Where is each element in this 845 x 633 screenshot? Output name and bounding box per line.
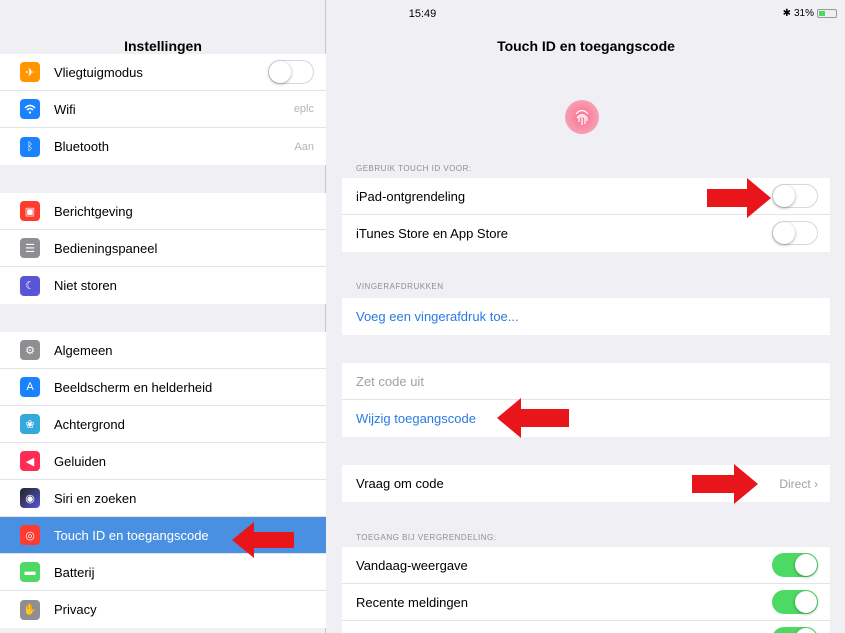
sidebar-item-sounds[interactable]: ◀ Geluiden	[0, 443, 326, 480]
ipad-unlock-toggle[interactable]	[772, 184, 818, 208]
require-code-value: Direct ›	[779, 476, 818, 491]
add-fingerprint-button[interactable]: Voeg een vingerafdruk toe...	[342, 298, 830, 335]
itunes-label: iTunes Store en App Store	[356, 226, 509, 241]
recent-notifications-row: Recente meldingen	[342, 584, 830, 621]
airplane-icon: ✈	[20, 62, 40, 82]
sidebar-item-do-not-disturb[interactable]: ☾ Niet storen	[0, 267, 326, 304]
ipad-unlock-label: iPad-ontgrendeling	[356, 188, 466, 204]
bluetooth-icon: ᛒ	[20, 136, 40, 157]
sidebar-title: Instellingen	[124, 38, 202, 54]
sidebar-item-wifi[interactable]: Wifi eplc	[0, 91, 326, 128]
sidebar-item-general[interactable]: ⚙ Algemeen	[0, 332, 326, 369]
touchid-icon: ◎	[20, 525, 40, 545]
turn-passcode-off-button[interactable]: Zet code uit	[342, 363, 830, 400]
sound-icon: ◀	[20, 451, 40, 471]
sidebar-item-notifications[interactable]: ▣ Berichtgeving	[0, 193, 326, 230]
recent-notifications-toggle[interactable]	[772, 590, 818, 614]
section-header-fingerprints: VINGERAFDRUKKEN	[356, 282, 444, 291]
sidebar-item-label: Vliegtuigmodus	[54, 64, 143, 80]
red-arrow-left-icon	[232, 522, 294, 558]
sidebar-item-display[interactable]: A Beeldscherm en helderheid	[0, 369, 326, 406]
display-icon: A	[20, 377, 40, 397]
control-center-icon: ☰	[20, 238, 40, 258]
sidebar-item-airplane[interactable]: ✈ Vliegtuigmodus	[0, 54, 326, 91]
change-passcode-button[interactable]: Wijzig toegangscode	[342, 400, 830, 437]
sidebar-item-label: Bluetooth	[54, 139, 109, 154]
sidebar-item-label: Beeldscherm en helderheid	[54, 379, 213, 395]
recent-notifications-label: Recente meldingen	[356, 594, 469, 610]
sidebar-item-label: Privacy	[54, 602, 97, 617]
notifications-icon: ▣	[20, 201, 40, 221]
locked-access-group: Vandaag-weergave Recente meldingen	[342, 547, 830, 633]
today-view-toggle[interactable]	[772, 553, 818, 577]
section-header-touchid: GEBRUIK TOUCH ID VOOR:	[356, 164, 472, 173]
passcode-group: Zet code uit Wijzig toegangscode	[342, 363, 830, 437]
today-view-row: Vandaag-weergave	[342, 547, 830, 584]
red-arrow-right-icon	[707, 178, 771, 218]
battery-setting-icon: ▬	[20, 562, 40, 582]
sidebar-item-privacy[interactable]: ✋ Privacy	[0, 591, 326, 628]
sidebar-item-battery[interactable]: ▬ Batterij	[0, 554, 326, 591]
sidebar-item-wallpaper[interactable]: ❀ Achtergrond	[0, 406, 326, 443]
airplane-mode-toggle[interactable]	[268, 60, 314, 84]
page-title: Touch ID en toegangscode	[497, 38, 675, 54]
sidebar-item-label: Batterij	[54, 564, 95, 580]
fingerprint-icon	[565, 100, 599, 134]
sidebar-item-label: Berichtgeving	[54, 203, 133, 219]
sidebar-item-label: Achtergrond	[54, 416, 125, 432]
sidebar-item-label: Algemeen	[54, 342, 113, 358]
settings-sidebar: Instellingen ✈ Vliegtuigmodus Wifi eplc …	[0, 0, 326, 633]
siri-icon: ◉	[20, 488, 40, 508]
partial-toggle[interactable]	[772, 627, 818, 633]
privacy-icon: ✋	[20, 599, 40, 620]
sidebar-item-control-center[interactable]: ☰ Bedieningspaneel	[0, 230, 326, 267]
sidebar-item-label: Niet storen	[54, 278, 117, 293]
sidebar-item-label: Siri en zoeken	[54, 490, 137, 506]
sidebar-group-connectivity: ✈ Vliegtuigmodus Wifi eplc ᛒ Bluetooth A…	[0, 54, 326, 165]
touchid-panel: Touch ID en toegangscode GEBRUIK TOUCH I…	[327, 0, 845, 633]
itunes-row: iTunes Store en App Store	[342, 215, 830, 252]
wifi-value: eplc	[293, 103, 314, 115]
red-arrow-left-icon	[497, 398, 569, 438]
sidebar-item-label: Geluiden	[54, 453, 107, 469]
moon-icon: ☾	[20, 275, 40, 296]
chevron-right-icon: ›	[814, 476, 818, 491]
sidebar-item-label: Bedieningspaneel	[54, 240, 158, 256]
sidebar-item-label: Wifi	[54, 101, 76, 117]
sidebar-item-bluetooth[interactable]: ᛒ Bluetooth Aan	[0, 128, 326, 165]
wifi-icon	[20, 99, 40, 119]
sidebar-group-general: ⚙ Algemeen A Beeldscherm en helderheid ❀…	[0, 332, 326, 628]
red-arrow-right-icon	[692, 464, 758, 504]
sidebar-item-label: Touch ID en toegangscode	[54, 527, 209, 543]
itunes-toggle[interactable]	[772, 221, 818, 245]
fingerprints-group: Voeg een vingerafdruk toe...	[342, 298, 830, 335]
today-view-label: Vandaag-weergave	[356, 557, 468, 573]
sidebar-item-siri[interactable]: ◉ Siri en zoeken	[0, 480, 326, 517]
wallpaper-icon: ❀	[20, 414, 40, 434]
partial-row	[342, 621, 830, 633]
require-code-label: Vraag om code	[356, 476, 444, 491]
sidebar-group-notifications: ▣ Berichtgeving ☰ Bedieningspaneel ☾ Nie…	[0, 193, 326, 304]
section-header-access: TOEGANG BIJ VERGRENDELING:	[356, 533, 497, 542]
bluetooth-value: Aan	[294, 140, 314, 153]
gear-icon: ⚙	[20, 340, 40, 360]
